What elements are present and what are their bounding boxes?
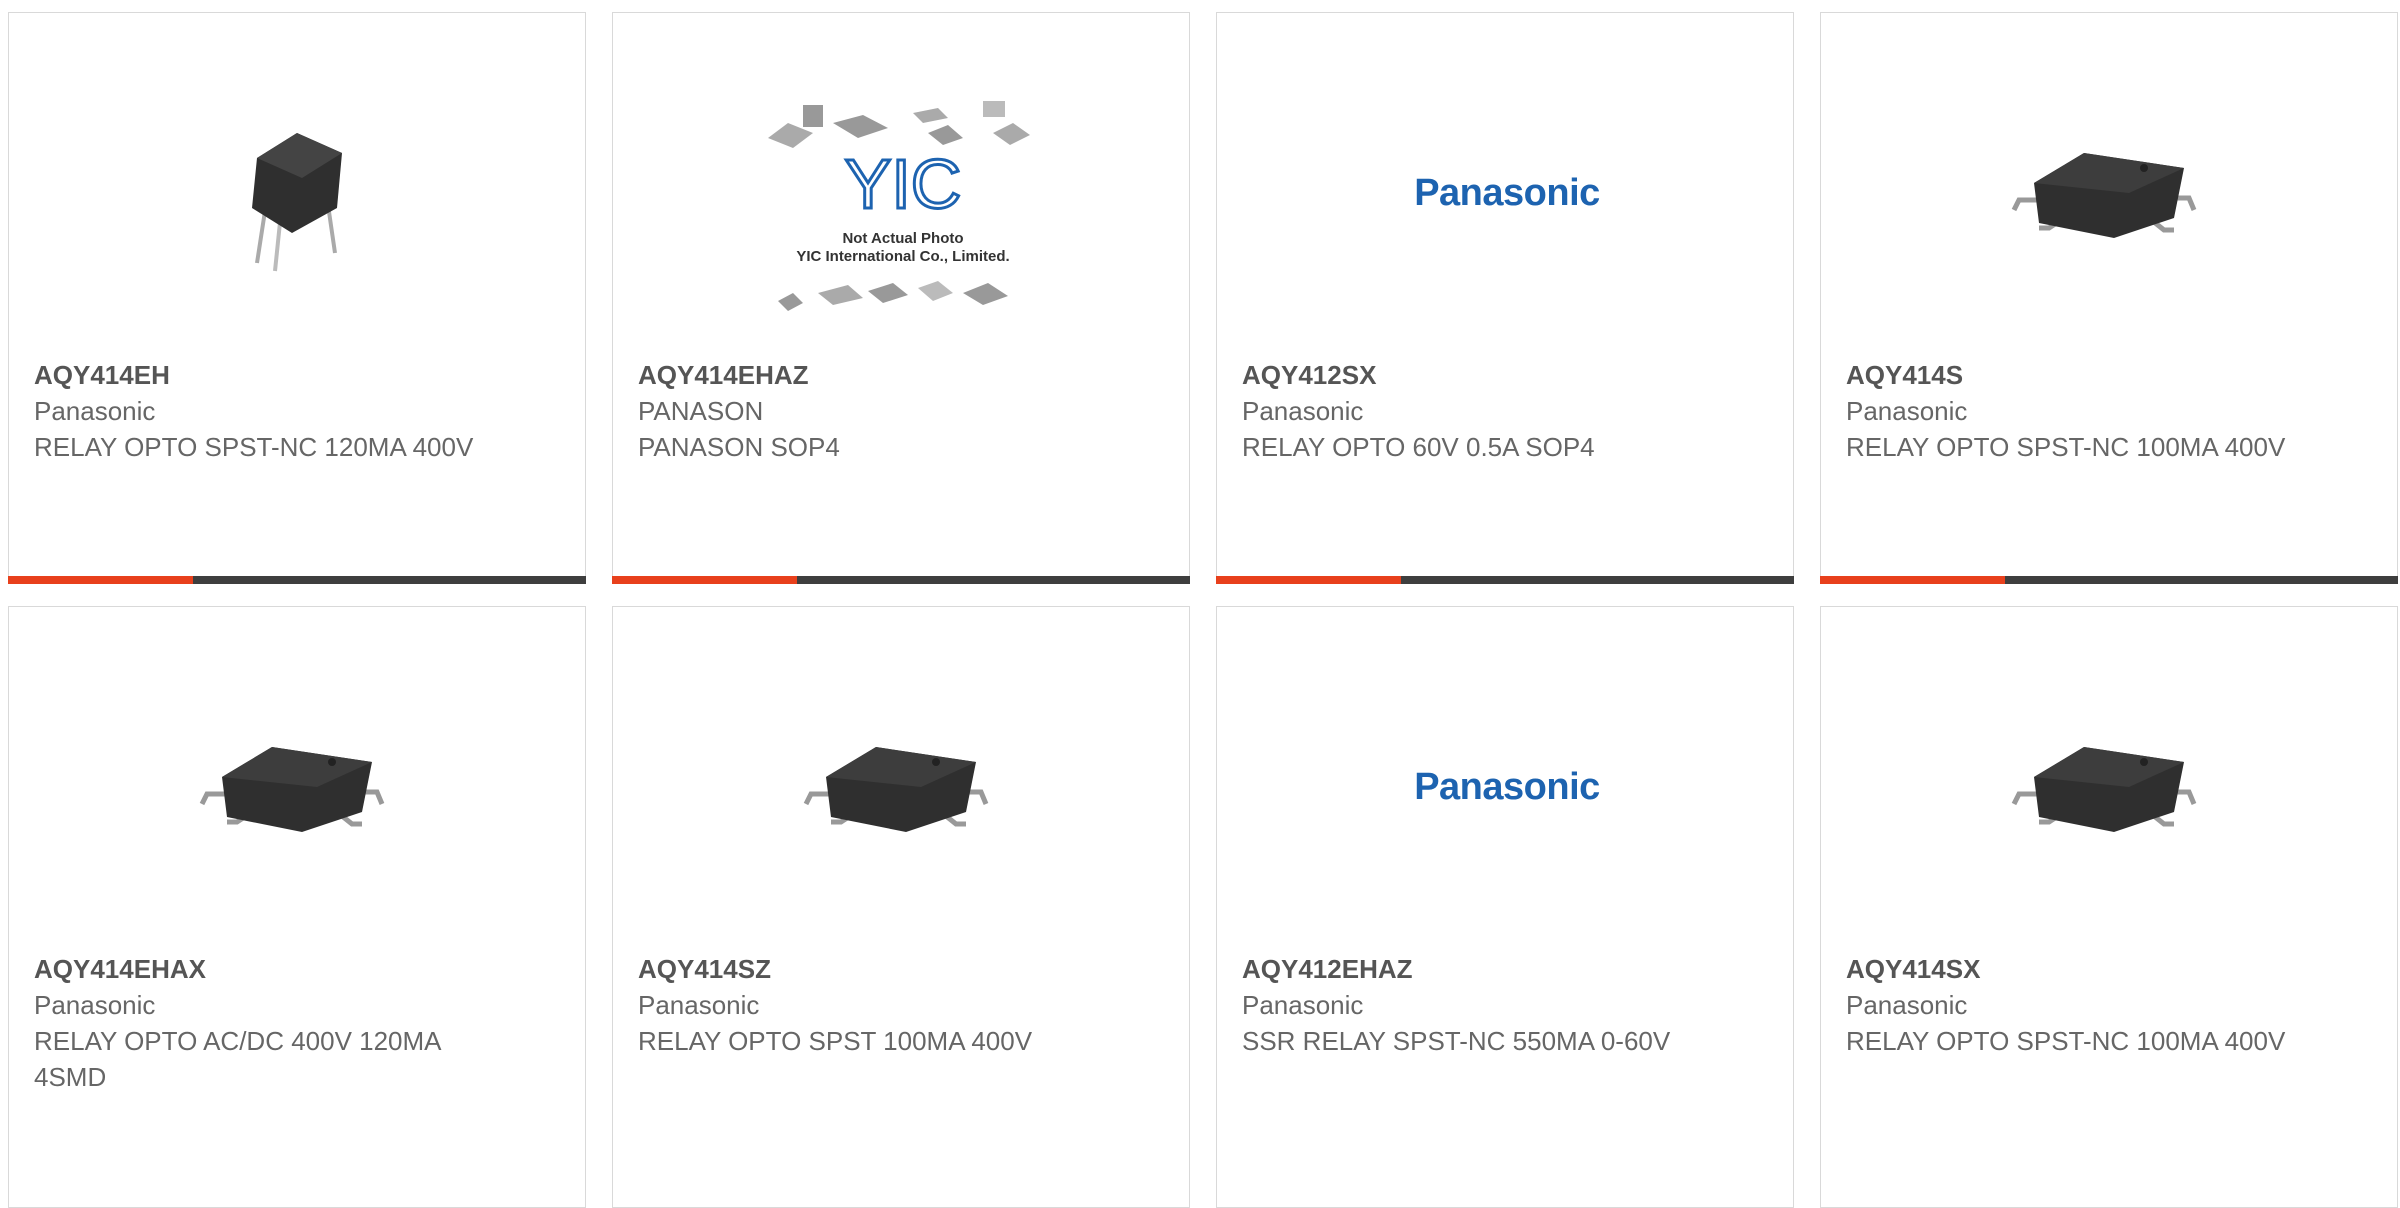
manufacturer: Panasonic xyxy=(34,396,156,426)
product-card[interactable]: AQY414S Panasonic RELAY OPTO SPST-NC 100… xyxy=(1820,12,2398,584)
part-number[interactable]: AQY412SX xyxy=(1242,357,1753,393)
product-grid: AQY414EH Panasonic RELAY OPTO SPST-NC 12… xyxy=(8,12,2398,1208)
description: RELAY OPTO SPST-NC 100MA 400V xyxy=(1846,432,2286,462)
progress-bar xyxy=(1820,576,2398,584)
part-number[interactable]: AQY414SZ xyxy=(638,951,1149,987)
svg-text:Not Actual Photo: Not Actual Photo xyxy=(842,230,963,247)
yic-logo-text: YIC xyxy=(845,145,962,223)
description: RELAY OPTO SPST 100MA 400V xyxy=(638,1026,1033,1056)
manufacturer: Panasonic xyxy=(1846,396,1968,426)
product-image[interactable] xyxy=(1999,83,2219,303)
panasonic-logo: Panasonic xyxy=(1414,171,1600,214)
progress-bar xyxy=(8,576,586,584)
product-image[interactable]: YIC Not Actual Photo YIC International C… xyxy=(768,93,1038,343)
manufacturer: Panasonic xyxy=(1242,990,1364,1020)
description: SSR RELAY SPST-NC 550MA 0-60V xyxy=(1242,1026,1671,1056)
progress-bar xyxy=(1216,576,1794,584)
svg-text:YIC International Co., Limited: YIC International Co., Limited. xyxy=(796,248,1009,265)
part-number[interactable]: AQY414EH xyxy=(34,357,545,393)
product-image[interactable] xyxy=(187,677,407,897)
product-image[interactable]: Panasonic xyxy=(1357,677,1657,897)
product-card[interactable]: AQY414EHAX Panasonic RELAY OPTO AC/DC 40… xyxy=(8,606,586,1208)
description: RELAY OPTO SPST-NC 100MA 400V xyxy=(1846,1026,2286,1056)
part-number[interactable]: AQY414S xyxy=(1846,357,2357,393)
panasonic-logo: Panasonic xyxy=(1414,765,1600,808)
product-image[interactable] xyxy=(791,677,1011,897)
part-number[interactable]: AQY414EHAX xyxy=(34,951,545,987)
manufacturer: Panasonic xyxy=(638,990,760,1020)
product-card[interactable]: Panasonic AQY412EHAZ Panasonic SSR RELAY… xyxy=(1216,606,1794,1208)
part-number[interactable]: AQY414SX xyxy=(1846,951,2357,987)
manufacturer: Panasonic xyxy=(1846,990,1968,1020)
manufacturer: PANASON xyxy=(638,396,764,426)
product-card[interactable]: AQY414SX Panasonic RELAY OPTO SPST-NC 10… xyxy=(1820,606,2398,1208)
description: RELAY OPTO 60V 0.5A SOP4 xyxy=(1242,432,1595,462)
progress-bar xyxy=(612,576,1190,584)
manufacturer: Panasonic xyxy=(1242,396,1364,426)
product-card[interactable]: AQY414SZ Panasonic RELAY OPTO SPST 100MA… xyxy=(612,606,1190,1208)
product-card[interactable]: YIC Not Actual Photo YIC International C… xyxy=(612,12,1190,584)
description: PANASON SOP4 xyxy=(638,432,840,462)
description: RELAY OPTO AC/DC 400V 120MA 4SMD xyxy=(34,1026,441,1092)
product-image[interactable] xyxy=(1999,677,2219,897)
product-card[interactable]: Panasonic AQY412SX Panasonic RELAY OPTO … xyxy=(1216,12,1794,584)
product-image[interactable]: Panasonic xyxy=(1357,83,1657,303)
part-number[interactable]: AQY412EHAZ xyxy=(1242,951,1753,987)
description: RELAY OPTO SPST-NC 120MA 400V xyxy=(34,432,474,462)
product-image[interactable] xyxy=(187,83,407,303)
manufacturer: Panasonic xyxy=(34,990,156,1020)
product-card[interactable]: AQY414EH Panasonic RELAY OPTO SPST-NC 12… xyxy=(8,12,586,584)
part-number[interactable]: AQY414EHAZ xyxy=(638,357,1149,393)
